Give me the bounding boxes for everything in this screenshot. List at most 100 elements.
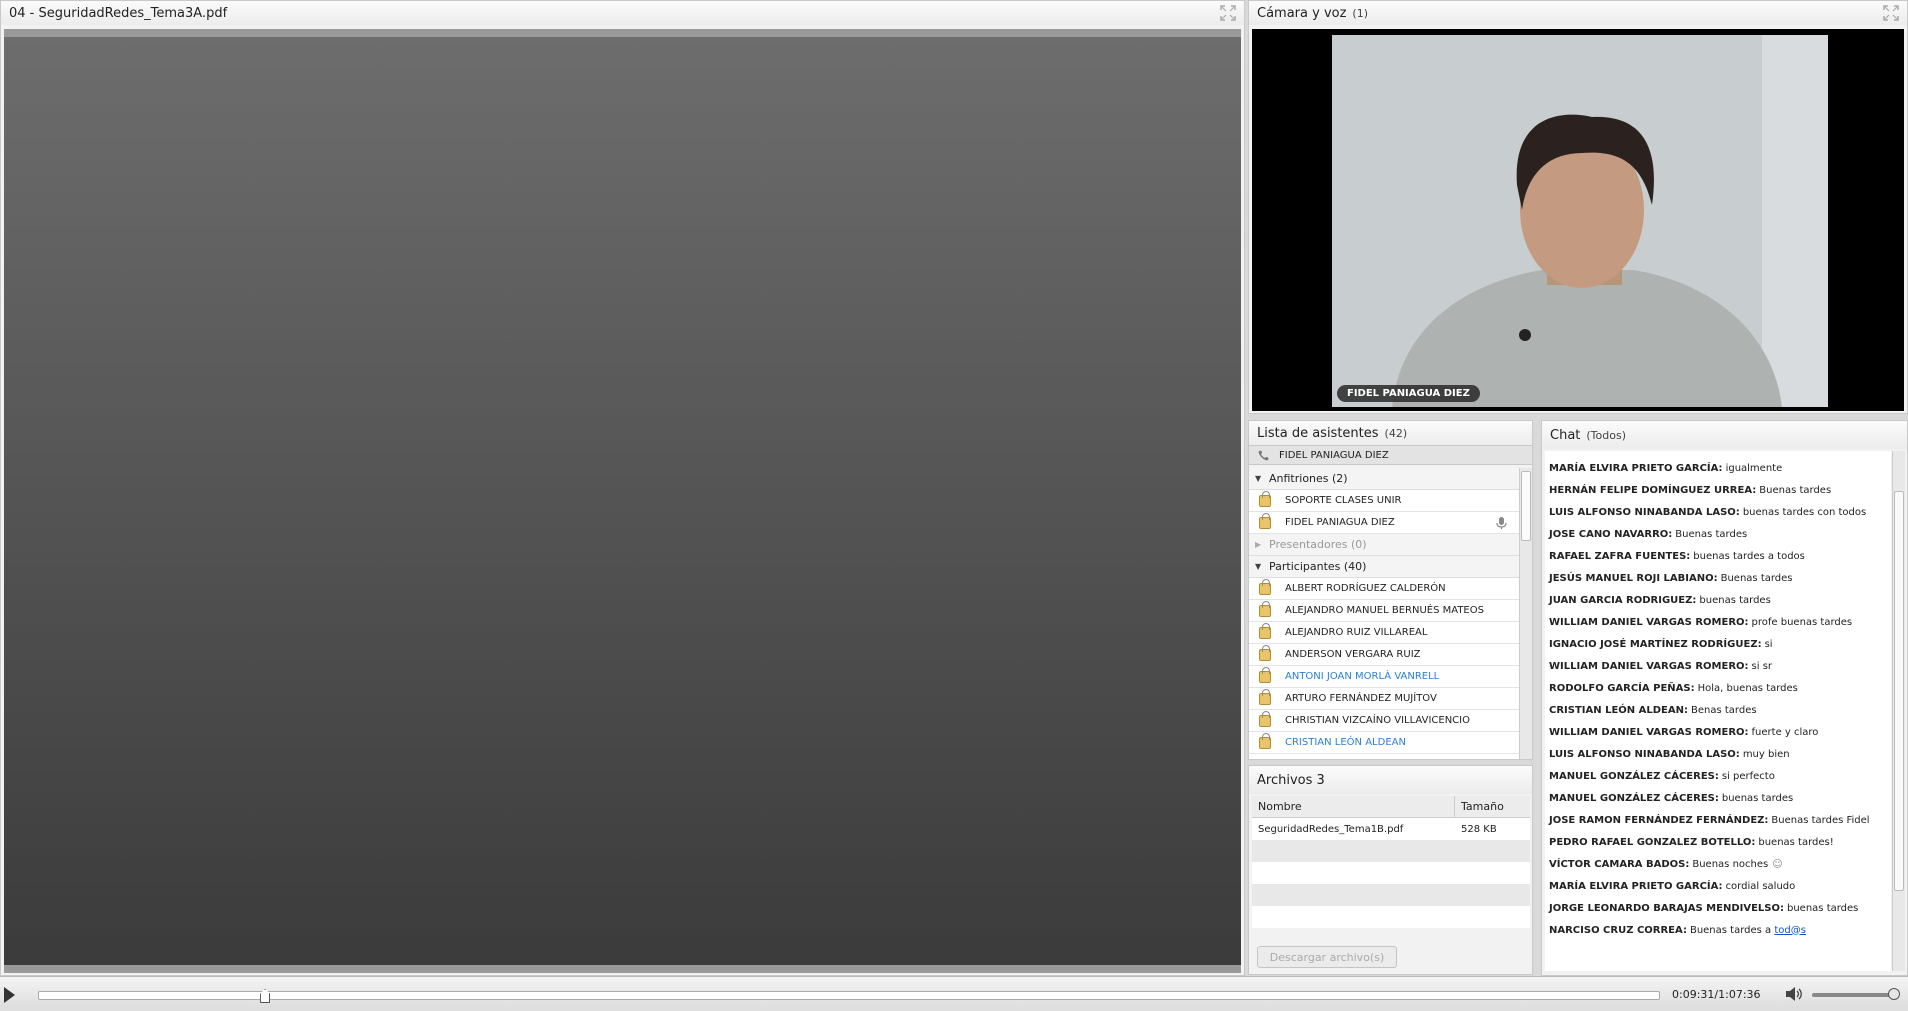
playback-bar: 0:09:31/1:07:36: [0, 976, 1908, 1011]
chat-author: IGNACIO JOSÉ MARTÍNEZ RODRÍGUEZ:: [1549, 638, 1762, 650]
volume-icon[interactable]: [1784, 986, 1804, 1002]
chat-message: WILLIAM DANIEL VARGAS ROMERO: profe buena…: [1545, 611, 1891, 633]
chat-text: cordial saludo: [1725, 880, 1796, 892]
attendee-row[interactable]: ANTONI JOAN MORLÀ VANRELL: [1249, 666, 1519, 688]
attendees-pod-header: Lista de asistentes (42): [1249, 421, 1532, 445]
chat-link[interactable]: tod@s: [1774, 925, 1806, 936]
chat-author: WILLIAM DANIEL VARGAS ROMERO:: [1549, 616, 1749, 628]
chat-message: MANUEL GONZÁLEZ CÁCERES: buenas tardes: [1545, 787, 1891, 809]
chat-message: JESÚS MANUEL ROJI LABIANO: Buenas tardes: [1545, 567, 1891, 589]
column-header-size[interactable]: Tamaño: [1455, 796, 1530, 817]
volume-knob[interactable]: [1887, 988, 1900, 1000]
chat-text: buenas tardes!: [1758, 836, 1834, 848]
video-name-tag: FIDEL PANIAGUA DIEZ: [1337, 385, 1480, 402]
chat-author: VÍCTOR CAMARA BADOS:: [1549, 858, 1690, 870]
group-presenters[interactable]: ▶ Presentadores (0): [1249, 534, 1519, 556]
video-area: FIDEL PANIAGUA DIEZ: [1252, 29, 1904, 411]
chat-text: si: [1764, 638, 1773, 650]
volume-slider[interactable]: [1812, 993, 1898, 997]
attendee-row[interactable]: ARTURO FERNÁNDEZ MUJÍTOV: [1249, 688, 1519, 710]
chat-messages[interactable]: MARÍA ELVIRA PRIETO GARCÍA: igualmente HE…: [1545, 451, 1891, 971]
chat-text: Buenas tardes a: [1689, 924, 1772, 936]
chat-message: RAFAEL ZAFRA FUENTES: buenas tardes a tod…: [1545, 545, 1891, 567]
chat-author: RAFAEL ZAFRA FUENTES:: [1549, 550, 1691, 562]
participant-icon: [1259, 622, 1271, 639]
chat-author: CRISTIAN LEÓN ALDEAN:: [1549, 704, 1688, 716]
chat-message: NARCISO CRUZ CORREA: Buenas tardes a tod@…: [1545, 919, 1891, 941]
attendee-name: ARTURO FERNÁNDEZ MUJÍTOV: [1285, 693, 1437, 704]
shared-document-area: [4, 29, 1241, 973]
files-table: Nombre Tamaño SeguridadRedes_Tema1B.pdf …: [1252, 796, 1530, 928]
attendee-row[interactable]: CRISTIAN LEÓN ALDEAN: [1249, 732, 1519, 754]
attendee-list[interactable]: ▼ Anfitriones (2) SOPORTE CLASES UNIR FI…: [1249, 468, 1519, 759]
group-participants[interactable]: ▼ Participantes (40): [1249, 556, 1519, 578]
chat-text: buenas tardes: [1787, 902, 1859, 914]
attendee-row[interactable]: ALEJANDRO RUIZ VILLAREAL: [1249, 622, 1519, 644]
column-header-name[interactable]: Nombre: [1252, 796, 1455, 817]
chat-text: buenas tardes con todos: [1742, 506, 1867, 518]
chat-author: JOSE RAMON FERNÁNDEZ FERNÁNDEZ:: [1549, 814, 1769, 826]
attendees-pod-title: Lista de asistentes: [1257, 425, 1379, 441]
file-row[interactable]: SeguridadRedes_Tema1B.pdf 528 KB: [1252, 818, 1530, 840]
fullscreen-icon[interactable]: [1883, 5, 1899, 21]
participant-icon: [1259, 710, 1271, 727]
play-icon[interactable]: [4, 987, 15, 1003]
chat-message: LUIS ALFONSO NINABANDA LASO: muy bien: [1545, 743, 1891, 765]
chat-scrollbar[interactable]: [1892, 451, 1905, 971]
presenter-figure: [1332, 35, 1828, 407]
chat-author: NARCISO CRUZ CORREA:: [1549, 924, 1687, 936]
chat-author: JOSE CANO NAVARRO:: [1549, 528, 1673, 540]
group-hosts-label: Anfitriones (2): [1269, 472, 1348, 485]
chat-text: Buenas tardes: [1759, 484, 1832, 496]
files-pod-header: Archivos 3: [1249, 766, 1532, 794]
chat-text: muy bien: [1742, 748, 1790, 760]
chat-text: buenas tardes: [1699, 594, 1771, 606]
attendee-row[interactable]: ALEJANDRO MANUEL BERNUÉS MATEOS: [1249, 600, 1519, 622]
attendee-row[interactable]: CHRISTIAN VIZCAÍNO VILLAVICENCIO: [1249, 710, 1519, 732]
fullscreen-icon[interactable]: [1220, 5, 1236, 21]
attendee-row[interactable]: ANDERSON VERGARA RUIZ: [1249, 644, 1519, 666]
scrollbar-thumb[interactable]: [1521, 471, 1531, 541]
chat-message: JUAN GARCIA RODRIGUEZ: buenas tardes: [1545, 589, 1891, 611]
camera-count: (1): [1352, 6, 1369, 20]
participant-icon: [1259, 578, 1271, 595]
attendee-row[interactable]: FIDEL PANIAGUA DIEZ: [1249, 512, 1519, 534]
speaking-user-name: FIDEL PANIAGUA DIEZ: [1279, 449, 1389, 461]
chat-author: MARÍA ELVIRA PRIETO GARCÍA:: [1549, 462, 1723, 474]
group-hosts[interactable]: ▼ Anfitriones (2): [1249, 468, 1519, 490]
chat-message: JOSE CANO NAVARRO: Buenas tardes: [1545, 523, 1891, 545]
empty-row: [1252, 862, 1530, 884]
webcam-video[interactable]: FIDEL PANIAGUA DIEZ: [1332, 35, 1828, 407]
chat-author: JUAN GARCIA RODRIGUEZ:: [1549, 594, 1697, 606]
chat-author: PEDRO RAFAEL GONZALEZ BOTELLO:: [1549, 836, 1756, 848]
chat-author: RODOLFO GARCÍA PEÑAS:: [1549, 682, 1695, 694]
attendee-row[interactable]: ALBERT RODRÍGUEZ CALDERÓN: [1249, 578, 1519, 600]
empty-row: [1252, 884, 1530, 906]
chat-text: fuerte y claro: [1751, 726, 1819, 738]
seek-bar[interactable]: [38, 991, 1660, 1000]
group-participants-label: Participantes (40): [1269, 560, 1367, 573]
chat-message: MARÍA ELVIRA PRIETO GARCÍA: cordial salud…: [1545, 875, 1891, 897]
chat-author: MANUEL GONZÁLEZ CÁCERES:: [1549, 770, 1719, 782]
chat-text: Buenas noches: [1692, 858, 1769, 870]
chat-author: MANUEL GONZÁLEZ CÁCERES:: [1549, 792, 1719, 804]
empty-row: [1252, 906, 1530, 928]
chat-scope: (Todos): [1586, 428, 1626, 442]
attendee-name: CRISTIAN LEÓN ALDEAN: [1285, 737, 1406, 748]
participant-icon: [1259, 732, 1271, 749]
chat-message: VÍCTOR CAMARA BADOS: Buenas noches ☺: [1545, 853, 1891, 875]
chat-message: PEDRO RAFAEL GONZALEZ BOTELLO: buenas tar…: [1545, 831, 1891, 853]
chat-author: HERNÁN FELIPE DOMÍNGUEZ URREA:: [1549, 484, 1757, 496]
speaking-user-row[interactable]: FIDEL PANIAGUA DIEZ: [1249, 445, 1532, 465]
chat-message: JORGE LEONARDO BARAJAS MENDIVELSO: buenas…: [1545, 897, 1891, 919]
chat-text: Buenas tardes: [1720, 572, 1793, 584]
attendee-name: CHRISTIAN VIZCAÍNO VILLAVICENCIO: [1285, 715, 1470, 726]
attendee-scrollbar[interactable]: [1519, 468, 1532, 759]
attendee-row[interactable]: SOPORTE CLASES UNIR: [1249, 490, 1519, 512]
chat-message: HERNÁN FELIPE DOMÍNGUEZ URREA: Buenas tar…: [1545, 479, 1891, 501]
scrollbar-thumb[interactable]: [1894, 491, 1904, 891]
microphone-icon: [1496, 516, 1507, 529]
download-files-button[interactable]: Descargar archivo(s): [1257, 946, 1397, 968]
host-icon: [1259, 490, 1271, 507]
file-size: 528 KB: [1461, 823, 1497, 835]
